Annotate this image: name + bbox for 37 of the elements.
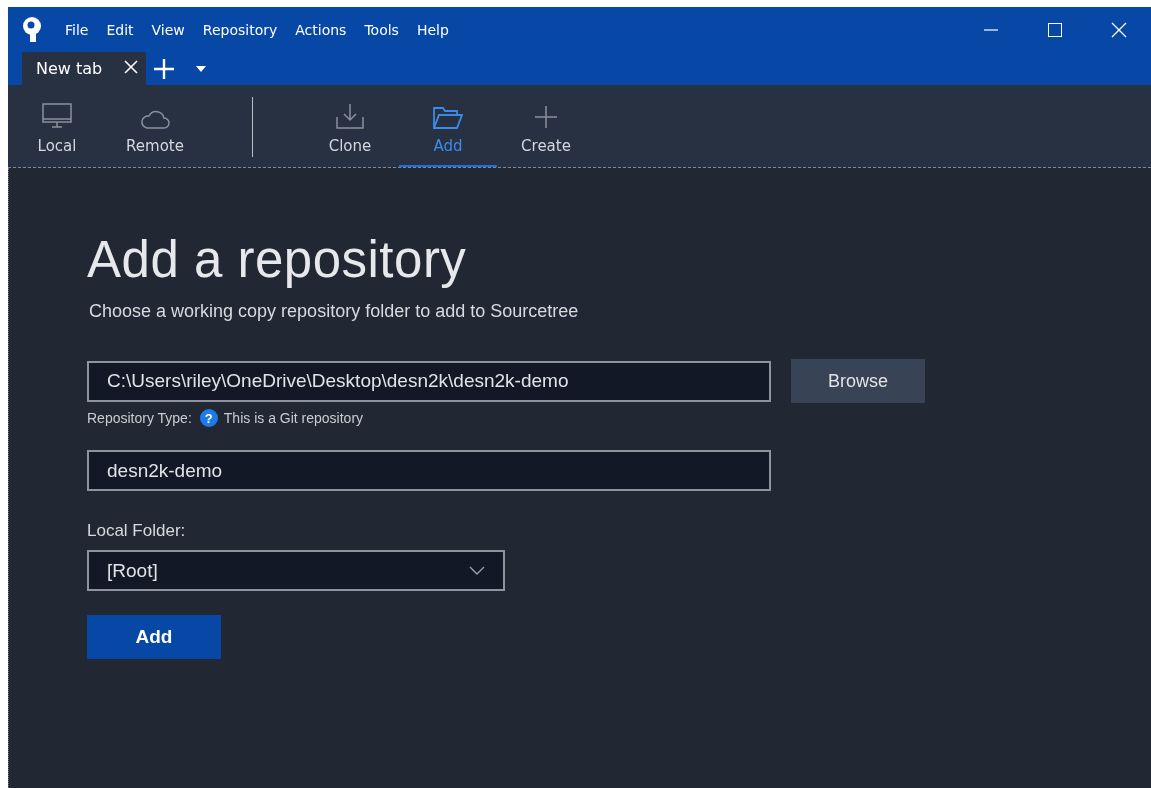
- repository-type-label: Repository Type:: [87, 410, 192, 426]
- maximize-icon: [1048, 22, 1062, 37]
- browse-button[interactable]: Browse: [791, 359, 925, 403]
- tab[interactable]: New tab: [22, 52, 147, 85]
- toolbar-button[interactable]: Add: [399, 85, 497, 167]
- help-icon[interactable]: ?: [199, 409, 218, 427]
- name-field[interactable]: desn2k-demo: [87, 450, 771, 491]
- logo-icon: [22, 16, 42, 43]
- repository-type-text: This is a Git repository: [223, 410, 364, 426]
- close-icon: [1111, 21, 1127, 38]
- toolbar-button[interactable]: Remote: [106, 85, 204, 167]
- page-title: Add a repository: [87, 230, 468, 289]
- menu-item[interactable]: Help: [407, 14, 458, 45]
- subtitle: Choose a working copy repository folder to add to Sourcetree: [89, 301, 580, 322]
- menu-item[interactable]: Repository: [193, 14, 287, 45]
- menu-item[interactable]: Edit: [97, 14, 143, 45]
- toolbar-button[interactable]: Clone: [301, 85, 399, 167]
- close-icon[interactable]: [124, 60, 139, 74]
- toolbar-button[interactable]: Create: [497, 85, 595, 167]
- plus-icon: [154, 58, 175, 79]
- plus-icon: [534, 105, 558, 129]
- folder-dropdown[interactable]: [Root]: [87, 550, 505, 591]
- monitor-icon: [42, 103, 72, 129]
- menu-item[interactable]: Actions: [286, 14, 356, 45]
- minimize-icon: [984, 28, 998, 31]
- add-button[interactable]: Add: [87, 615, 221, 659]
- path-field[interactable]: C:\Users\riley\OneDrive\Desktop\desn2k\desn2k-demo: [87, 360, 771, 402]
- caret-icon: [196, 65, 207, 72]
- toolbar-button[interactable]: Local: [8, 85, 106, 167]
- menu-item[interactable]: View: [142, 14, 194, 45]
- menu-item[interactable]: Tools: [355, 14, 408, 45]
- chevron-icon: [469, 566, 485, 575]
- folder-icon: [433, 107, 463, 129]
- download-icon: [336, 103, 364, 129]
- menu-item[interactable]: File: [56, 14, 98, 45]
- local-folder-label: Local Folder:: [87, 521, 187, 541]
- cloud-icon: [140, 109, 170, 129]
